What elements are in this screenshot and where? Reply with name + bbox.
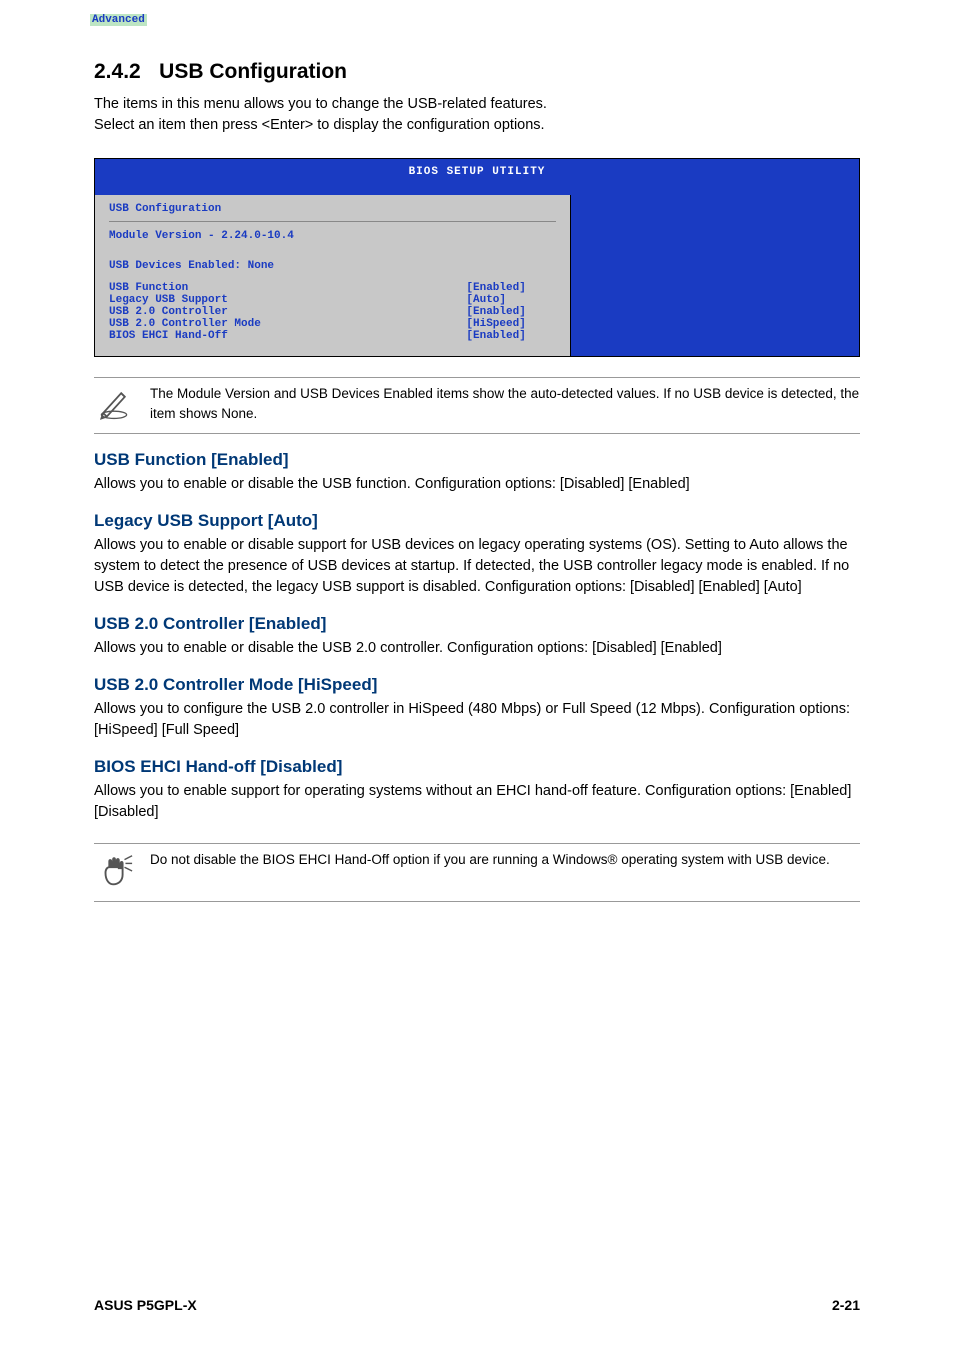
setting-text-ehci-handoff: Allows you to enable support for operati… — [94, 781, 860, 823]
page-footer: ASUS P5GPL-X 2-21 — [94, 1297, 860, 1313]
setting-heading-usb20-controller: USB 2.0 Controller [Enabled] — [94, 614, 860, 634]
bios-left-panel: USB Configuration Module Version - 2.24.… — [95, 195, 571, 356]
bios-header-title: BIOS SETUP UTILITY — [409, 166, 546, 178]
section-header: 2.4.2 USB Configuration — [94, 60, 860, 84]
bios-module-version: Module Version - 2.24.0-10.4 — [109, 230, 556, 242]
bios-row-usb-function: USB Function [Enabled] — [109, 282, 556, 294]
setting-text-usb20-controller: Allows you to enable or disable the USB … — [94, 638, 860, 659]
bios-row-usb20-controller: USB 2.0 Controller [Enabled] — [109, 306, 556, 318]
bios-right-panel — [571, 195, 859, 356]
bios-row-usb20-mode: USB 2.0 Controller Mode [HiSpeed] — [109, 318, 556, 330]
bios-row-label: USB Function — [109, 282, 466, 294]
note-module-version: The Module Version and USB Devices Enabl… — [94, 377, 860, 434]
intro-line-1: The items in this menu allows you to cha… — [94, 94, 860, 115]
setting-text-legacy-usb: Allows you to enable or disable support … — [94, 535, 860, 598]
bios-panel-title: USB Configuration — [109, 203, 556, 222]
note-text: The Module Version and USB Devices Enabl… — [142, 384, 860, 423]
bios-row-label: USB 2.0 Controller Mode — [109, 318, 466, 330]
setting-text-usb20-mode: Allows you to configure the USB 2.0 cont… — [94, 699, 860, 741]
bios-row-ehci-handoff: BIOS EHCI Hand-Off [Enabled] — [109, 330, 556, 342]
bios-row-value: [Enabled] — [466, 282, 556, 294]
hand-warning-icon — [94, 850, 142, 895]
bios-row-value: [Enabled] — [466, 330, 556, 342]
setting-heading-ehci-handoff: BIOS EHCI Hand-off [Disabled] — [94, 757, 860, 777]
bios-row-value: [Enabled] — [466, 306, 556, 318]
setting-heading-usb20-mode: USB 2.0 Controller Mode [HiSpeed] — [94, 675, 860, 695]
bios-header: BIOS SETUP UTILITY — [95, 159, 859, 181]
footer-page-number: 2-21 — [832, 1297, 860, 1313]
note-text: Do not disable the BIOS EHCI Hand-Off op… — [142, 850, 830, 870]
bios-tab-bar: Advanced — [95, 181, 859, 195]
footer-product: ASUS P5GPL-X — [94, 1297, 197, 1313]
pencil-note-icon — [94, 384, 142, 427]
bios-row-legacy-usb: Legacy USB Support [Auto] — [109, 294, 556, 306]
note-ehci-warning: Do not disable the BIOS EHCI Hand-Off op… — [94, 843, 860, 902]
bios-row-label: BIOS EHCI Hand-Off — [109, 330, 466, 342]
bios-setup-panel: BIOS SETUP UTILITY Advanced USB Configur… — [94, 158, 860, 357]
bios-row-value: [Auto] — [466, 294, 556, 306]
section-title: USB Configuration — [159, 60, 347, 84]
setting-heading-usb-function: USB Function [Enabled] — [94, 450, 860, 470]
bios-row-value: [HiSpeed] — [466, 318, 556, 330]
setting-heading-legacy-usb: Legacy USB Support [Auto] — [94, 511, 860, 531]
setting-text-usb-function: Allows you to enable or disable the USB … — [94, 474, 860, 495]
bios-tab-advanced: Advanced — [90, 14, 147, 26]
section-number: 2.4.2 — [94, 60, 141, 84]
bios-row-label: USB 2.0 Controller — [109, 306, 466, 318]
intro-line-2: Select an item then press <Enter> to dis… — [94, 115, 860, 136]
bios-devices-enabled: USB Devices Enabled: None — [109, 260, 556, 272]
bios-row-label: Legacy USB Support — [109, 294, 466, 306]
